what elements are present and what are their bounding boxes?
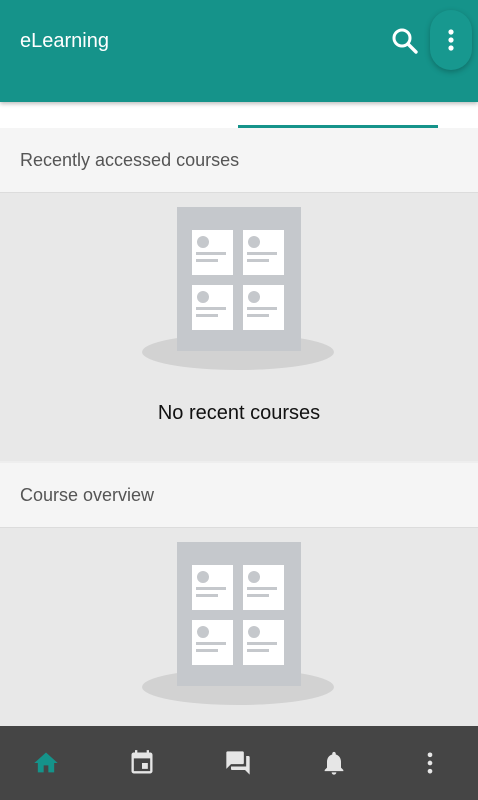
notifications-icon bbox=[324, 751, 344, 775]
search-icon bbox=[392, 28, 418, 54]
course-overview-panel bbox=[0, 528, 478, 726]
section-title: Course overview bbox=[20, 485, 155, 505]
search-button[interactable] bbox=[388, 24, 422, 58]
section-title: Recently accessed courses bbox=[20, 150, 240, 170]
app-bar: eLearning bbox=[0, 0, 478, 102]
app-title: eLearning bbox=[20, 30, 109, 52]
nav-calendar[interactable] bbox=[124, 745, 160, 781]
messages-icon bbox=[226, 751, 250, 775]
nav-messages[interactable] bbox=[220, 745, 256, 781]
tab-strip bbox=[0, 102, 478, 128]
more-vert-icon bbox=[427, 752, 433, 774]
nav-more[interactable] bbox=[412, 745, 448, 781]
home-icon bbox=[34, 752, 58, 773]
more-options-button[interactable] bbox=[430, 10, 472, 70]
empty-courses-illustration bbox=[142, 542, 334, 705]
course-overview-header: Course overview bbox=[0, 463, 478, 528]
more-vert-icon bbox=[448, 29, 454, 51]
tab-indicator bbox=[238, 125, 438, 128]
empty-state-message: No recent courses bbox=[157, 402, 321, 424]
recent-courses-header: Recently accessed courses bbox=[0, 128, 478, 193]
calendar-icon bbox=[131, 750, 153, 774]
nav-home[interactable] bbox=[28, 745, 64, 781]
bottom-navigation bbox=[0, 726, 478, 800]
empty-courses-illustration bbox=[142, 207, 334, 370]
nav-notifications[interactable] bbox=[316, 745, 352, 781]
recent-courses-panel: No recent courses bbox=[0, 193, 478, 461]
